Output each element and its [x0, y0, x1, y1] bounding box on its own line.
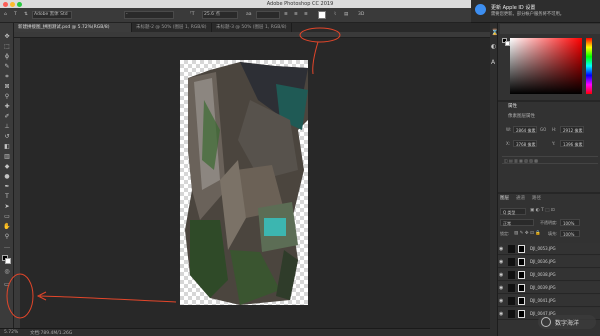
watermark-text: 数字海洋 [555, 320, 580, 327]
layer-thumbnail [508, 297, 515, 305]
layer-name: DJI_0041.JPG [530, 298, 556, 303]
tab-channels[interactable]: 通道 [516, 195, 525, 203]
layer-row[interactable]: ◉ DJI_0041.JPG [498, 295, 600, 307]
layer-thumbnail [508, 271, 515, 279]
layer-filter-icons[interactable]: ▣ ◐ T ⬚ ⊡ [530, 208, 555, 213]
blend-mode-select[interactable]: 正常 [500, 219, 534, 226]
annotation-circle-ruler [299, 27, 341, 43]
w-label: W: [506, 127, 512, 132]
adjust-icon[interactable]: ◐ [491, 43, 496, 50]
layer-row[interactable]: ◉ DJI_0053.JPG [498, 243, 600, 255]
color-panel-header [500, 24, 600, 34]
status-bar: 5.72% 文档:789.4M/1.26G [0, 328, 490, 336]
layer-thumbnail [508, 310, 515, 318]
notification-banner[interactable]: 更新 Apple ID 设置 需要您更新。部分帐户服务将不可用。 [471, 0, 600, 23]
annotation-arrow-to-status [39, 295, 177, 303]
layer-mask-thumbnail[interactable] [518, 284, 525, 292]
tab-paths[interactable]: 路径 [532, 195, 541, 203]
layer-visibility-icon[interactable]: ◉ [499, 285, 503, 291]
divider [498, 192, 600, 194]
zoom-level[interactable]: 5.72% [4, 330, 18, 335]
notification-title: 更新 Apple ID 设置 [491, 5, 536, 11]
layer-mask-thumbnail[interactable] [518, 310, 525, 318]
layer-visibility-icon[interactable]: ◉ [499, 259, 503, 265]
layer-thumbnail [508, 245, 515, 253]
layer-name: DJI_0038.JPG [530, 272, 556, 277]
color-picker-field[interactable] [510, 38, 582, 94]
layer-thumbnail [508, 284, 515, 292]
height-field[interactable]: 2912 像素 [560, 126, 584, 133]
divider [498, 100, 600, 102]
layer-row[interactable]: ◉ DJI_0039.JPG [498, 282, 600, 294]
h-label: H: [552, 127, 557, 132]
layer-visibility-icon[interactable]: ◉ [499, 298, 503, 304]
layer-row[interactable]: ◉ DJI_0038.JPG [498, 269, 600, 281]
y-label: Y: [552, 141, 556, 146]
layer-mask-thumbnail[interactable] [518, 297, 525, 305]
fill-field[interactable]: 100% [560, 230, 580, 237]
layer-mask-thumbnail[interactable] [518, 258, 525, 266]
tab-layers[interactable]: 图层 [500, 195, 509, 203]
watermark-badge: 数字海洋 [538, 315, 596, 329]
history-icon[interactable]: ⌛ [491, 29, 498, 36]
annotation-arrow-line [312, 41, 319, 75]
watermark-logo-icon [541, 317, 551, 327]
width-field[interactable]: 2864 像素 [513, 126, 537, 133]
collapsed-panels-strip: ⌛ ◐ A [490, 23, 498, 336]
hue-slider[interactable] [586, 38, 592, 94]
annotation-overlay [6, 27, 341, 319]
text-panel-icon[interactable]: A [491, 59, 495, 66]
notification-body: 需要您更新。部分帐户服务将不可用。 [491, 12, 565, 17]
lock-label: 锁定: [500, 231, 510, 236]
y-field[interactable]: 1396 像素 [560, 140, 584, 147]
layer-filter-select[interactable]: Q 类型 [500, 208, 526, 215]
properties-panel-title[interactable]: 属性 [508, 103, 517, 111]
layer-thumbnail [508, 258, 515, 266]
x-field[interactable]: 3768 像素 [513, 140, 537, 147]
doc-size-info[interactable]: 文档:789.4M/1.26G [30, 330, 72, 336]
layer-row[interactable]: ◉ DJI_0036.JPG [498, 256, 600, 268]
fill-label: 填充: [548, 231, 558, 236]
align-distribute-row: ◫ ▤ ▥ ▦ ▧ ▨ ▩ [502, 156, 598, 164]
opacity-label: 不透明度: [540, 220, 558, 225]
link-dimensions-icon[interactable]: GO [540, 127, 546, 132]
lock-icons[interactable]: ▨ ✎ ✥ ⊡ 🔒 [514, 231, 541, 236]
annotation-circle-status [6, 273, 34, 319]
properties-subtitle: 像素图层属性 [508, 114, 535, 119]
layer-mask-thumbnail[interactable] [518, 271, 525, 279]
x-label: X: [506, 141, 511, 146]
opacity-field[interactable]: 100% [560, 219, 580, 226]
layer-name: DJI_0039.JPG [530, 285, 556, 290]
layer-name: DJI_0036.JPG [530, 259, 556, 264]
layer-visibility-icon[interactable]: ◉ [499, 272, 503, 278]
layer-mask-thumbnail[interactable] [518, 245, 525, 253]
layer-name: DJI_0053.JPG [530, 246, 556, 251]
layer-visibility-icon[interactable]: ◉ [499, 311, 503, 317]
layer-visibility-icon[interactable]: ◉ [499, 246, 503, 252]
